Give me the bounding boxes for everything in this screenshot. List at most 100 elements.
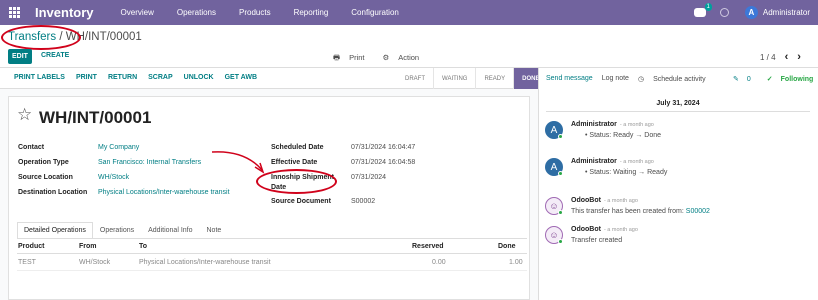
contact-label: Contact bbox=[18, 144, 45, 151]
destination-location-label: Destination Location bbox=[18, 189, 88, 196]
notebook-tabs: Detailed Operations Operations Additiona… bbox=[17, 222, 228, 238]
row-divider bbox=[17, 270, 527, 271]
source-document-field[interactable]: S00002 bbox=[351, 198, 375, 205]
schedule-activity-button[interactable]: ◷ Schedule activity bbox=[638, 75, 715, 83]
top-navbar: Inventory Overview Operations Products R… bbox=[0, 0, 818, 25]
column-header-from[interactable]: From bbox=[79, 243, 97, 250]
chat-badge: 1 bbox=[704, 3, 712, 11]
online-status-icon bbox=[558, 210, 563, 215]
table-header-divider bbox=[17, 253, 527, 254]
effective-date-label: Effective Date bbox=[271, 159, 318, 166]
message-author[interactable]: OdooBot - a month ago bbox=[571, 226, 638, 233]
edit-button[interactable]: EDIT bbox=[8, 49, 32, 64]
print-icon: 🖶 bbox=[333, 53, 341, 62]
tab-detailed-operations[interactable]: Detailed Operations bbox=[17, 222, 93, 238]
stage-waiting: WAITING bbox=[442, 75, 468, 82]
message-time: - a month ago bbox=[619, 159, 654, 165]
statusbar: PRINT LABELS PRINT RETURN SCRAP UNLOCK G… bbox=[0, 68, 548, 89]
tab-additional-info[interactable]: Additional Info bbox=[141, 222, 199, 238]
column-header-to[interactable]: To bbox=[139, 243, 147, 250]
annotation-circle-innoship bbox=[256, 169, 337, 194]
pager-value[interactable]: 1 / 4 bbox=[760, 53, 776, 62]
star-icon[interactable]: ☆ bbox=[17, 105, 32, 125]
scheduled-date-label: Scheduled Date bbox=[271, 144, 324, 151]
cell-reserved: 0.00 bbox=[432, 259, 446, 266]
tab-divider bbox=[17, 238, 527, 239]
menu-reporting[interactable]: Reporting bbox=[294, 8, 329, 17]
message-author[interactable]: Administrator - a month ago bbox=[571, 158, 654, 165]
online-status-icon bbox=[558, 134, 563, 139]
paperclip-icon: ✎ bbox=[733, 76, 739, 83]
tab-operations[interactable]: Operations bbox=[93, 222, 141, 238]
stage-ready: READY bbox=[484, 75, 506, 82]
contact-field[interactable]: My Company bbox=[98, 144, 139, 151]
app-name[interactable]: Inventory bbox=[35, 5, 94, 20]
scrap-button[interactable]: SCRAP bbox=[148, 74, 173, 81]
log-note-button[interactable]: Log note bbox=[602, 75, 629, 83]
source-document-label: Source Document bbox=[271, 198, 331, 205]
unlock-button[interactable]: UNLOCK bbox=[184, 74, 214, 81]
cell-to: Physical Locations/Inter-warehouse trans… bbox=[139, 259, 271, 266]
annotation-circle-breadcrumb bbox=[1, 25, 81, 50]
pager-previous-icon[interactable]: ‹ bbox=[785, 51, 789, 63]
message-author[interactable]: Administrator - a month ago bbox=[571, 121, 654, 128]
send-message-button[interactable]: Send message bbox=[546, 75, 593, 83]
message-time: - a month ago bbox=[619, 122, 654, 128]
source-document-link[interactable]: S00002 bbox=[686, 208, 710, 215]
action-menu[interactable]: ⚙ Action bbox=[383, 53, 429, 62]
message-body: This transfer has been created from: S00… bbox=[571, 208, 710, 215]
cell-product: TEST bbox=[18, 259, 36, 266]
print-labels-button[interactable]: PRINT LABELS bbox=[14, 74, 65, 81]
message-time: - a month ago bbox=[603, 198, 638, 204]
message-body: Transfer created bbox=[571, 237, 623, 244]
print-action-menus: 🖶 Print ⚙ Action bbox=[333, 52, 437, 65]
effective-date-field[interactable]: 07/31/2024 16:04:58 bbox=[351, 159, 415, 166]
record-title: WH/INT/00001 bbox=[39, 108, 152, 127]
tab-note[interactable]: Note bbox=[200, 222, 229, 238]
online-status-icon bbox=[558, 171, 563, 176]
print-button[interactable]: PRINT bbox=[76, 74, 97, 81]
chatter-topbar: Send message Log note ◷ Schedule activity bbox=[546, 75, 724, 83]
get-awb-button[interactable]: GET AWB bbox=[225, 74, 257, 81]
stage-draft: DRAFT bbox=[405, 75, 425, 82]
clock-icon: ◷ bbox=[637, 76, 645, 83]
menu-configuration[interactable]: Configuration bbox=[351, 8, 399, 17]
innoship-date-field[interactable]: 07/31/2024 bbox=[351, 174, 386, 181]
apps-menu-icon[interactable] bbox=[9, 6, 21, 19]
main-menu: Overview Operations Products Reporting C… bbox=[121, 8, 422, 17]
pager: 1 / 4 ‹ › bbox=[760, 51, 801, 63]
pager-next-icon[interactable]: › bbox=[797, 51, 801, 63]
scheduled-date-field[interactable]: 07/31/2024 16:04:47 bbox=[351, 144, 415, 151]
operation-type-field[interactable]: San Francisco: Internal Transfers bbox=[98, 159, 201, 166]
following-button[interactable]: ✓ Following bbox=[767, 75, 818, 83]
message-time: - a month ago bbox=[603, 227, 638, 233]
date-divider bbox=[546, 111, 810, 112]
user-avatar[interactable]: A bbox=[744, 6, 758, 19]
gear-icon: ⚙ bbox=[382, 53, 390, 62]
source-location-label: Source Location bbox=[18, 174, 73, 181]
header-buttons: PRINT LABELS PRINT RETURN SCRAP UNLOCK G… bbox=[14, 74, 268, 81]
column-header-done[interactable]: Done bbox=[498, 243, 516, 250]
menu-overview[interactable]: Overview bbox=[121, 8, 154, 17]
column-header-reserved[interactable]: Reserved bbox=[412, 243, 444, 250]
navbar-systray: 1 A Administrator bbox=[693, 0, 810, 25]
print-menu[interactable]: 🖶 Print bbox=[333, 53, 374, 62]
create-button[interactable]: CREATE bbox=[41, 52, 69, 59]
destination-location-field[interactable]: Physical Locations/Inter-warehouse trans… bbox=[98, 189, 230, 196]
online-status-icon bbox=[558, 239, 563, 244]
message-author[interactable]: OdooBot - a month ago bbox=[571, 197, 638, 204]
chatter-topbar-right: ✎0 ✓Following ♟2 bbox=[733, 75, 818, 83]
return-button[interactable]: RETURN bbox=[108, 74, 137, 81]
date-separator: July 31, 2024 bbox=[656, 100, 700, 107]
source-location-field[interactable]: WH/Stock bbox=[98, 174, 129, 181]
column-header-product[interactable]: Product bbox=[18, 243, 44, 250]
menu-operations[interactable]: Operations bbox=[177, 8, 216, 17]
message-body: • Status: Ready → Done bbox=[585, 132, 661, 139]
status-stages: DRAFT WAITING READY DONE bbox=[397, 68, 548, 89]
activity-clock-icon[interactable] bbox=[719, 8, 729, 17]
attachments-button[interactable]: ✎ 0 bbox=[733, 75, 759, 83]
chat-icon[interactable]: 1 bbox=[693, 3, 712, 17]
menu-products[interactable]: Products bbox=[239, 8, 271, 17]
user-name[interactable]: Administrator bbox=[763, 8, 810, 17]
message-body: • Status: Waiting → Ready bbox=[585, 169, 668, 176]
